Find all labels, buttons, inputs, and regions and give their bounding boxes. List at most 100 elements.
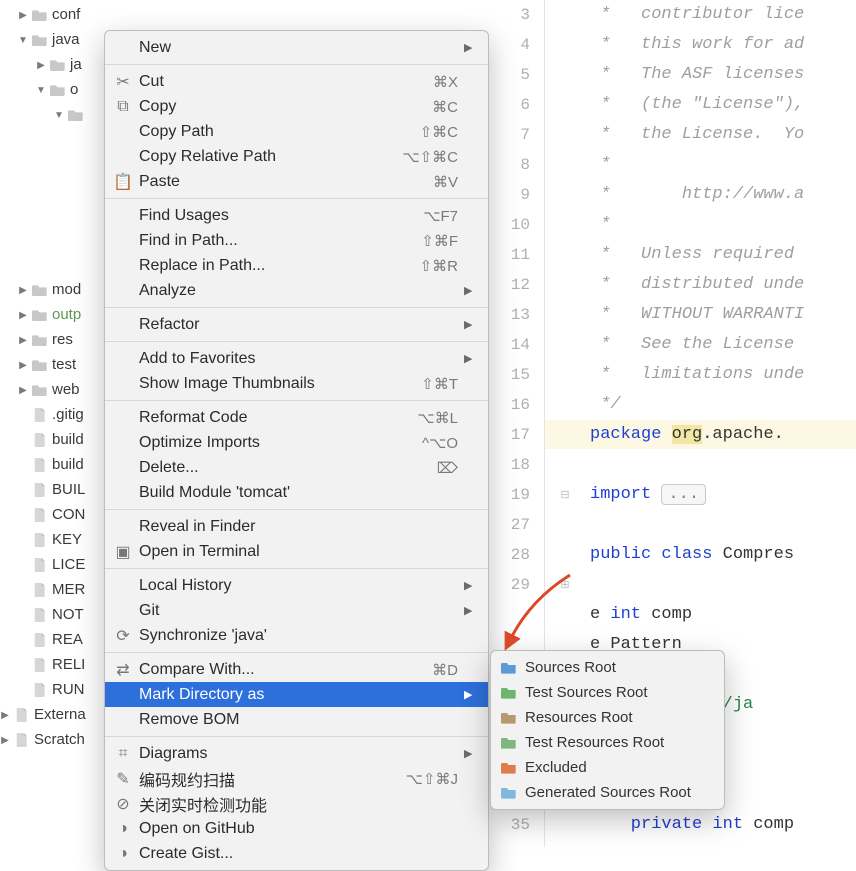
tree-item[interactable]: ▼java xyxy=(0,27,110,52)
tree-item[interactable]: build xyxy=(0,427,110,452)
code-line[interactable]: * limitations unde xyxy=(590,360,804,390)
menu-item[interactable]: New▶ xyxy=(105,35,488,60)
fold-marker[interactable] xyxy=(548,300,582,330)
menu-item[interactable]: Refactor▶ xyxy=(105,312,488,337)
submenu-item[interactable]: Sources Root xyxy=(491,655,724,680)
menu-item[interactable]: ⇄Compare With...⌘D xyxy=(105,657,488,682)
submenu-item[interactable]: Test Sources Root xyxy=(491,680,724,705)
menu-item[interactable]: ✂Cut⌘X xyxy=(105,69,488,94)
code-line[interactable]: * xyxy=(590,150,804,180)
code-line[interactable]: * http://www.a xyxy=(590,180,804,210)
expand-arrow-icon[interactable] xyxy=(18,585,28,595)
code-line[interactable]: * See the License xyxy=(590,330,804,360)
tree-item[interactable]: CON xyxy=(0,502,110,527)
tree-item[interactable]: LICE xyxy=(0,552,110,577)
tree-item[interactable] xyxy=(0,202,110,227)
tree-item[interactable]: RELI xyxy=(0,652,110,677)
expand-arrow-icon[interactable] xyxy=(54,210,64,220)
code-line[interactable] xyxy=(590,570,804,600)
tree-item[interactable]: ▶web xyxy=(0,377,110,402)
expand-arrow-icon[interactable] xyxy=(18,510,28,520)
tree-item[interactable]: ▶Scratch xyxy=(0,727,110,752)
menu-item[interactable]: 📋Paste⌘V xyxy=(105,169,488,194)
expand-arrow-icon[interactable]: ▼ xyxy=(36,85,46,95)
code-line[interactable]: * contributor lice xyxy=(590,0,804,30)
tree-item[interactable]: ▶res xyxy=(0,327,110,352)
code-line[interactable]: * WITHOUT WARRANTI xyxy=(590,300,804,330)
tree-item[interactable]: NOT xyxy=(0,602,110,627)
fold-marker[interactable] xyxy=(548,180,582,210)
expand-arrow-icon[interactable]: ▶ xyxy=(18,310,28,320)
expand-arrow-icon[interactable] xyxy=(18,535,28,545)
expand-arrow-icon[interactable] xyxy=(18,685,28,695)
menu-item[interactable]: Git▶ xyxy=(105,598,488,623)
tree-item[interactable]: ▶conf xyxy=(0,2,110,27)
menu-item[interactable]: Add to Favorites▶ xyxy=(105,346,488,371)
tree-item[interactable] xyxy=(0,152,110,177)
fold-marker[interactable] xyxy=(548,60,582,90)
fold-marker[interactable] xyxy=(548,120,582,150)
menu-item[interactable]: ◑Open on GitHub xyxy=(105,816,488,841)
expand-arrow-icon[interactable] xyxy=(54,185,64,195)
menu-item[interactable]: Mark Directory as▶ xyxy=(105,682,488,707)
fold-marker[interactable] xyxy=(548,30,582,60)
expand-arrow-icon[interactable] xyxy=(18,435,28,445)
menu-item[interactable]: Reformat Code⌥⌘L xyxy=(105,405,488,430)
fold-marker[interactable] xyxy=(548,810,582,840)
project-tree[interactable]: ▶conf▼java▶ja▼o▼▶mod▶outp▶res▶test▶web.g… xyxy=(0,0,110,752)
code-line[interactable]: * (the "License"), xyxy=(590,90,804,120)
expand-arrow-icon[interactable]: ▶ xyxy=(18,285,28,295)
menu-item[interactable]: Replace in Path...⇧⌘R xyxy=(105,253,488,278)
fold-marker[interactable]: ⊞ xyxy=(548,570,582,600)
expand-arrow-icon[interactable] xyxy=(54,135,64,145)
menu-item[interactable]: ⟳Synchronize 'java' xyxy=(105,623,488,648)
expand-arrow-icon[interactable] xyxy=(18,560,28,570)
menu-item[interactable]: Remove BOM xyxy=(105,707,488,732)
fold-marker[interactable] xyxy=(548,450,582,480)
tree-item[interactable] xyxy=(0,252,110,277)
expand-arrow-icon[interactable]: ▶ xyxy=(18,385,28,395)
fold-marker[interactable] xyxy=(548,330,582,360)
expand-arrow-icon[interactable]: ▼ xyxy=(18,35,28,45)
menu-item[interactable]: Find in Path...⇧⌘F xyxy=(105,228,488,253)
tree-item[interactable]: ▶mod xyxy=(0,277,110,302)
code-line[interactable]: e int comp xyxy=(590,600,804,630)
mark-directory-submenu[interactable]: Sources RootTest Sources RootResources R… xyxy=(490,650,725,810)
fold-marker[interactable] xyxy=(548,210,582,240)
menu-item[interactable]: Find Usages⌥F7 xyxy=(105,203,488,228)
expand-arrow-icon[interactable] xyxy=(18,485,28,495)
tree-item[interactable]: ▶test xyxy=(0,352,110,377)
menu-item[interactable]: Analyze▶ xyxy=(105,278,488,303)
code-line[interactable] xyxy=(590,510,804,540)
code-line[interactable]: import ... xyxy=(590,480,804,510)
tree-item[interactable]: BUIL xyxy=(0,477,110,502)
code-line[interactable]: * The ASF licenses xyxy=(590,60,804,90)
fold-marker[interactable] xyxy=(548,240,582,270)
code-line[interactable]: * Unless required xyxy=(590,240,804,270)
fold-marker[interactable] xyxy=(548,360,582,390)
tree-item[interactable]: ▶Externa xyxy=(0,702,110,727)
submenu-item[interactable]: Resources Root xyxy=(491,705,724,730)
menu-item[interactable]: ⊘关闭实时检测功能 xyxy=(105,791,488,816)
code-line[interactable]: * xyxy=(590,210,804,240)
expand-arrow-icon[interactable]: ▶ xyxy=(18,360,28,370)
menu-item[interactable]: ⧉Copy⌘C xyxy=(105,94,488,119)
expand-arrow-icon[interactable] xyxy=(18,635,28,645)
tree-item[interactable]: RUN xyxy=(0,677,110,702)
menu-item[interactable]: ⌗Diagrams▶ xyxy=(105,741,488,766)
fold-marker[interactable] xyxy=(548,420,582,450)
menu-item[interactable]: Show Image Thumbnails⇧⌘T xyxy=(105,371,488,396)
code-line[interactable]: public class Compres xyxy=(590,540,804,570)
menu-item[interactable]: Build Module 'tomcat' xyxy=(105,480,488,505)
fold-marker[interactable] xyxy=(548,0,582,30)
tree-item[interactable] xyxy=(0,177,110,202)
menu-item[interactable]: Local History▶ xyxy=(105,573,488,598)
code-line[interactable]: * this work for ad xyxy=(590,30,804,60)
expand-arrow-icon[interactable] xyxy=(54,160,64,170)
expand-arrow-icon[interactable]: ▼ xyxy=(54,110,64,120)
menu-item[interactable]: Reveal in Finder xyxy=(105,514,488,539)
fold-marker[interactable] xyxy=(548,510,582,540)
context-menu[interactable]: New▶✂Cut⌘X⧉Copy⌘CCopy Path⇧⌘CCopy Relati… xyxy=(104,30,489,871)
code-line[interactable]: package org.apache. xyxy=(590,420,804,450)
fold-marker[interactable] xyxy=(548,540,582,570)
